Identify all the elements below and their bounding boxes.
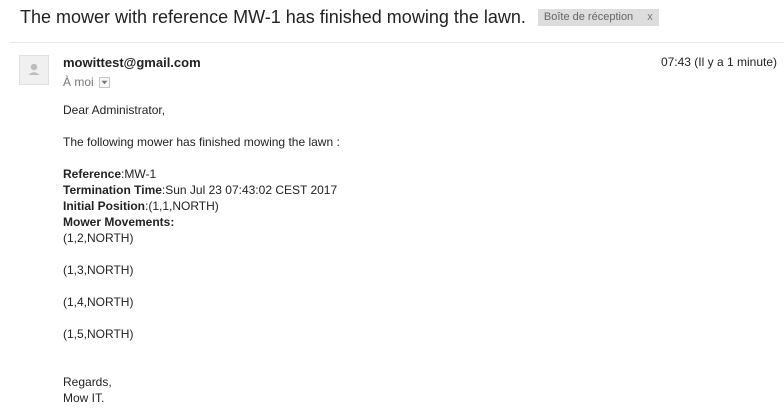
- regards: Regards,: [63, 375, 112, 389]
- email-timestamp: 07:43 (Il y a 1 minute): [660, 55, 777, 69]
- greeting: Dear Administrator,: [63, 103, 166, 117]
- remove-label-button[interactable]: x: [647, 9, 653, 26]
- termination-label: Termination Time: [63, 183, 162, 197]
- initial-position-label: Initial Position: [63, 199, 146, 213]
- movement-item: (1,4,NORTH): [63, 295, 134, 309]
- caret-down-icon: [101, 80, 108, 84]
- movements-heading: Mower Movements:: [63, 214, 340, 230]
- intro-text: The following mower has finished mowing …: [63, 135, 340, 149]
- header-divider: [10, 42, 784, 43]
- signature: Mow IT.: [63, 391, 105, 405]
- subject-row: The mower with reference MW-1 has finish…: [20, 7, 659, 28]
- recipient-row: À moi: [63, 75, 110, 89]
- inbox-label-text: Boîte de réception: [543, 11, 634, 23]
- movement-item: (1,3,NORTH): [63, 263, 134, 277]
- reference-value: :MW-1: [121, 167, 157, 181]
- sender-avatar[interactable]: [19, 55, 49, 85]
- sender-email[interactable]: mowittest@gmail.com: [63, 55, 201, 70]
- movements-label: Mower Movements:: [63, 215, 175, 229]
- inbox-label-chip[interactable]: Boîte de réception x: [537, 9, 659, 26]
- movement-item: (1,5,NORTH): [63, 327, 134, 341]
- person-silhouette-icon: [28, 63, 40, 75]
- recipient-details-button[interactable]: [98, 76, 110, 88]
- initial-position-line: Initial Position:(1,1,NORTH): [63, 198, 340, 214]
- email-view: The mower with reference MW-1 has finish…: [0, 0, 784, 410]
- termination-line: Termination Time:Sun Jul 23 07:43:02 CES…: [63, 182, 340, 198]
- recipient-label: À moi: [63, 75, 94, 89]
- reference-line: Reference:MW-1: [63, 166, 340, 182]
- email-body: Dear Administrator, The following mower …: [63, 102, 340, 406]
- movement-item: (1,2,NORTH): [63, 231, 134, 245]
- initial-position-value: :(1,1,NORTH): [145, 199, 219, 213]
- email-subject: The mower with reference MW-1 has finish…: [20, 7, 526, 27]
- termination-value: :Sun Jul 23 07:43:02 CEST 2017: [161, 183, 338, 197]
- reference-label: Reference: [63, 167, 122, 181]
